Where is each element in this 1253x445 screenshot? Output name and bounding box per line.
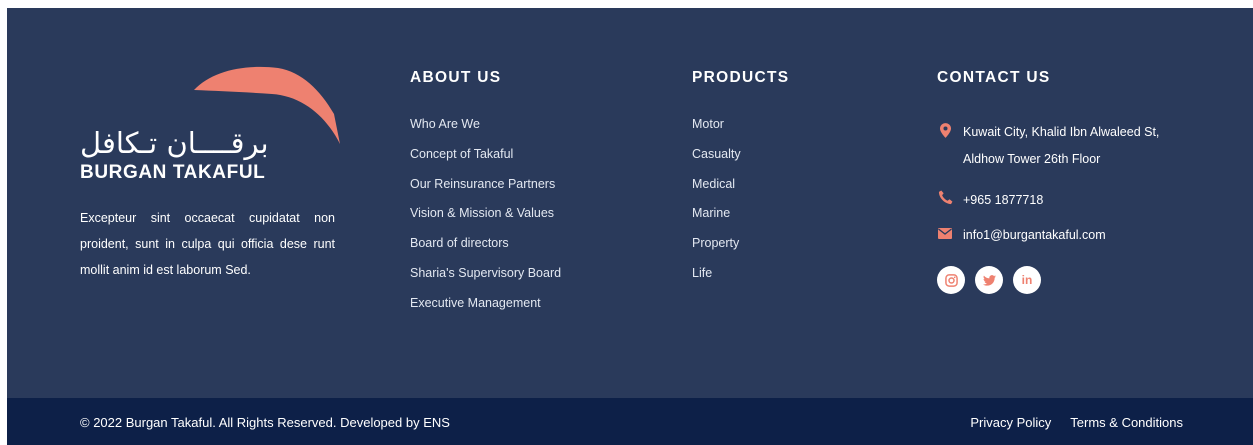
legal-links: Privacy Policy Terms & Conditions bbox=[970, 415, 1183, 430]
envelope-icon bbox=[937, 225, 953, 245]
contact-heading: CONTACT US bbox=[937, 69, 1051, 86]
about-link-board[interactable]: Board of directors bbox=[410, 236, 561, 266]
phone-number[interactable]: +965 1877718 bbox=[963, 190, 1043, 210]
product-link-medical[interactable]: Medical bbox=[692, 177, 741, 207]
terms-conditions-link[interactable]: Terms & Conditions bbox=[1070, 415, 1183, 430]
contact-column: CONTACT US Kuwait City, Khalid Ibn Alwal… bbox=[937, 69, 1159, 294]
products-heading: PRODUCTS bbox=[692, 69, 790, 86]
about-link-sharia-board[interactable]: Sharia's Supervisory Board bbox=[410, 266, 561, 296]
copyright-text: © 2022 Burgan Takaful. All Rights Reserv… bbox=[80, 415, 450, 430]
about-link-who-are-we[interactable]: Who Are We bbox=[410, 117, 561, 147]
contact-email[interactable]: info1@burgantakaful.com bbox=[937, 225, 1106, 245]
about-us-column: ABOUT US Who Are We Concept of Takaful O… bbox=[410, 69, 561, 310]
product-links: Motor Casualty Medical Marine Property L… bbox=[692, 117, 741, 296]
about-link-vision[interactable]: Vision & Mission & Values bbox=[410, 206, 561, 236]
social-links: in bbox=[937, 266, 1041, 294]
about-links: Who Are We Concept of Takaful Our Reinsu… bbox=[410, 117, 561, 326]
product-link-life[interactable]: Life bbox=[692, 266, 741, 296]
email-address[interactable]: info1@burgantakaful.com bbox=[963, 225, 1106, 245]
brand-description: Excepteur sint occaecat cupidatat non pr… bbox=[80, 211, 335, 277]
product-link-marine[interactable]: Marine bbox=[692, 206, 741, 236]
address-text: Kuwait City, Khalid Ibn Alwaleed St, Ald… bbox=[963, 125, 1160, 166]
about-us-heading: ABOUT US bbox=[410, 69, 502, 86]
about-link-concept[interactable]: Concept of Takaful bbox=[410, 147, 561, 177]
site-footer: برقــــان تـكافل BURGAN TAKAFUL Excepteu… bbox=[7, 8, 1253, 445]
contact-address: Kuwait City, Khalid Ibn Alwaleed St, Ald… bbox=[937, 119, 1187, 173]
instagram-icon[interactable] bbox=[937, 266, 965, 294]
about-link-reinsurance[interactable]: Our Reinsurance Partners bbox=[410, 177, 561, 207]
logo-arabic-text: برقــــان تـكافل bbox=[80, 126, 269, 160]
bottom-bar: © 2022 Burgan Takaful. All Rights Reserv… bbox=[7, 398, 1253, 445]
phone-icon bbox=[937, 190, 953, 210]
product-link-property[interactable]: Property bbox=[692, 236, 741, 266]
map-pin-icon bbox=[937, 119, 953, 173]
product-link-casualty[interactable]: Casualty bbox=[692, 147, 741, 177]
products-column: PRODUCTS Motor Casualty Medical Marine P… bbox=[692, 69, 790, 280]
about-link-executive[interactable]: Executive Management bbox=[410, 296, 561, 326]
contact-phone[interactable]: +965 1877718 bbox=[937, 190, 1043, 210]
twitter-icon[interactable] bbox=[975, 266, 1003, 294]
logo-wordmark: BURGAN TAKAFUL bbox=[80, 162, 266, 183]
privacy-policy-link[interactable]: Privacy Policy bbox=[970, 415, 1051, 430]
linkedin-icon[interactable]: in bbox=[1013, 266, 1041, 294]
product-link-motor[interactable]: Motor bbox=[692, 117, 741, 147]
